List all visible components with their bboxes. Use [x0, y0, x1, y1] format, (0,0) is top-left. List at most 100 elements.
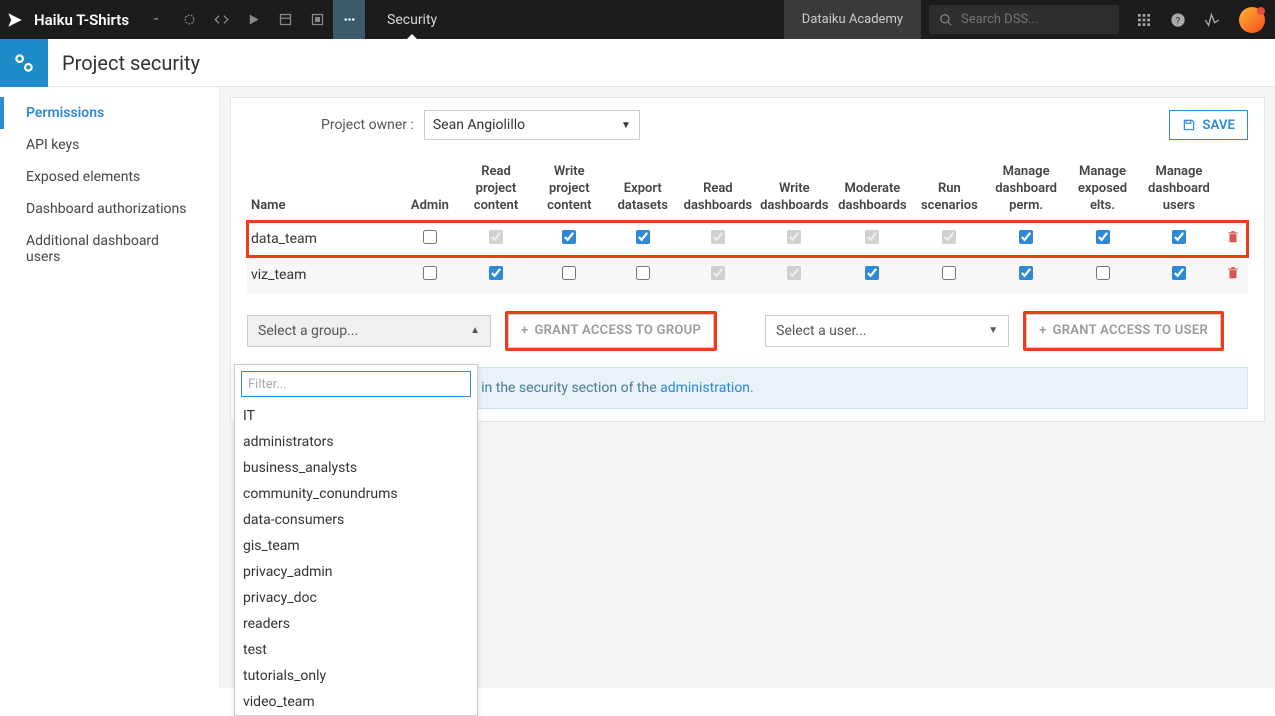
save-button[interactable]: SAVE: [1169, 110, 1248, 140]
perm-checkbox[interactable]: [865, 266, 879, 280]
academy-link[interactable]: Dataiku Academy: [784, 0, 921, 39]
dropdown-option[interactable]: gis_team: [235, 533, 477, 559]
perm-checkbox[interactable]: [489, 266, 503, 280]
app-logo[interactable]: [0, 0, 30, 39]
sidebar-item-dashboard-authorizations[interactable]: Dashboard authorizations: [0, 193, 219, 225]
plus-icon: +: [1039, 323, 1046, 338]
table-row: data_team: [247, 221, 1248, 257]
perm-checkbox[interactable]: [636, 230, 650, 244]
perm-checkbox[interactable]: [562, 266, 576, 280]
user-select[interactable]: Select a user... ▼: [765, 315, 1009, 347]
perm-checkbox[interactable]: [562, 230, 576, 244]
dropdown-option[interactable]: privacy_doc: [235, 585, 477, 611]
perm-checkbox[interactable]: [787, 230, 801, 244]
page-title: Project security: [48, 51, 200, 75]
perm-checkbox[interactable]: [1172, 266, 1186, 280]
row-name: data_team: [247, 221, 400, 257]
more-icon[interactable]: [333, 0, 365, 39]
col-write-pc: Write project content: [533, 158, 606, 221]
perm-checkbox[interactable]: [1096, 266, 1110, 280]
delete-icon[interactable]: [1226, 232, 1240, 248]
col-mee: Manage exposed elts.: [1066, 158, 1140, 221]
perm-checkbox[interactable]: [711, 266, 725, 280]
dropdown-option[interactable]: IT: [235, 403, 477, 429]
dropdown-option[interactable]: privacy_admin: [235, 559, 477, 585]
export-icon[interactable]: [301, 0, 333, 39]
flow-icon[interactable]: [141, 0, 173, 39]
table-row: viz_team: [247, 257, 1248, 293]
group-select[interactable]: Select a group... ▲: [247, 315, 491, 347]
dropdown-option[interactable]: video_team: [235, 689, 477, 715]
tab-security[interactable]: Security: [365, 0, 459, 39]
group-dropdown: ITadministratorsbusiness_analystscommuni…: [234, 364, 478, 716]
dashboard-icon[interactable]: [269, 0, 301, 39]
owner-value: Sean Angiolillo: [433, 117, 525, 133]
perm-checkbox[interactable]: [711, 230, 725, 244]
code-icon[interactable]: [205, 0, 237, 39]
col-admin: Admin: [400, 158, 459, 221]
search-box[interactable]: [929, 5, 1119, 34]
circle-icon[interactable]: [173, 0, 205, 39]
perm-checkbox[interactable]: [942, 266, 956, 280]
owner-label: Project owner :: [247, 117, 414, 133]
project-name[interactable]: Haiku T-Shirts: [30, 11, 141, 29]
col-write-db: Write dashboards: [756, 158, 832, 221]
dropdown-option[interactable]: administrators: [235, 429, 477, 455]
toolbar-icons: [141, 0, 365, 39]
perm-checkbox[interactable]: [865, 230, 879, 244]
row-name: viz_team: [247, 257, 400, 293]
col-name: Name: [247, 158, 400, 221]
subheader: Project security: [0, 39, 1275, 87]
svg-text:?: ?: [1176, 15, 1181, 26]
perm-checkbox[interactable]: [1172, 230, 1186, 244]
search-input[interactable]: [961, 12, 1101, 27]
perm-checkbox[interactable]: [787, 266, 801, 280]
settings-icon: [0, 39, 48, 87]
perm-checkbox[interactable]: [1019, 230, 1033, 244]
dropdown-option[interactable]: community_conundrums: [235, 481, 477, 507]
play-icon[interactable]: [237, 0, 269, 39]
grant-row: Select a group... ▲ + GRANT ACCESS TO GR…: [247, 311, 1248, 351]
dropdown-option[interactable]: data-consumers: [235, 507, 477, 533]
plus-icon: +: [521, 323, 528, 338]
activity-icon[interactable]: [1195, 0, 1229, 39]
admin-link[interactable]: administration.: [660, 380, 754, 396]
perm-checkbox[interactable]: [423, 266, 437, 280]
sidebar-item-exposed-elements[interactable]: Exposed elements: [0, 161, 219, 193]
col-mdu: Manage dashboard users: [1139, 158, 1218, 221]
perm-checkbox[interactable]: [489, 230, 503, 244]
col-run: Run scenarios: [912, 158, 986, 221]
dropdown-option[interactable]: readers: [235, 611, 477, 637]
caret-up-icon: ▲: [470, 325, 480, 336]
sidebar-item-permissions[interactable]: Permissions: [0, 97, 219, 129]
perm-checkbox[interactable]: [1096, 230, 1110, 244]
col-read-db: Read dashboards: [680, 158, 756, 221]
help-icon[interactable]: ?: [1161, 0, 1195, 39]
permissions-panel: Project owner : Sean Angiolillo ▼ SAVE N…: [230, 97, 1265, 422]
apps-icon[interactable]: [1127, 0, 1161, 39]
save-icon: [1182, 118, 1196, 132]
sidebar-item-api-keys[interactable]: API keys: [0, 129, 219, 161]
caret-down-icon: ▼: [988, 325, 998, 336]
user-avatar[interactable]: [1239, 7, 1265, 33]
dropdown-filter[interactable]: [241, 371, 471, 397]
dropdown-option[interactable]: test: [235, 637, 477, 663]
col-mdp: Manage dashboard perm.: [986, 158, 1065, 221]
content-area: Project owner : Sean Angiolillo ▼ SAVE N…: [220, 87, 1275, 688]
dropdown-option[interactable]: tutorials_only: [235, 663, 477, 689]
top-bar: Haiku T-Shirts Security Dataiku Academy …: [0, 0, 1275, 39]
owner-select[interactable]: Sean Angiolillo ▼: [424, 110, 640, 140]
grant-group-button[interactable]: + GRANT ACCESS TO GROUP: [508, 314, 714, 348]
perm-checkbox[interactable]: [636, 266, 650, 280]
permissions-table: Name Admin Read project content Write pr…: [247, 158, 1248, 293]
sidebar-item-additional-dashboard-users[interactable]: Additional dashboard users: [0, 225, 219, 273]
grant-user-button[interactable]: + GRANT ACCESS TO USER: [1026, 314, 1221, 348]
col-export: Export datasets: [606, 158, 680, 221]
dropdown-option[interactable]: business_analysts: [235, 455, 477, 481]
perm-checkbox[interactable]: [1019, 266, 1033, 280]
perm-checkbox[interactable]: [423, 230, 437, 244]
search-icon: [939, 13, 953, 27]
perm-checkbox[interactable]: [942, 230, 956, 244]
delete-icon[interactable]: [1226, 268, 1240, 284]
col-mod-db: Moderate dashboards: [833, 158, 913, 221]
